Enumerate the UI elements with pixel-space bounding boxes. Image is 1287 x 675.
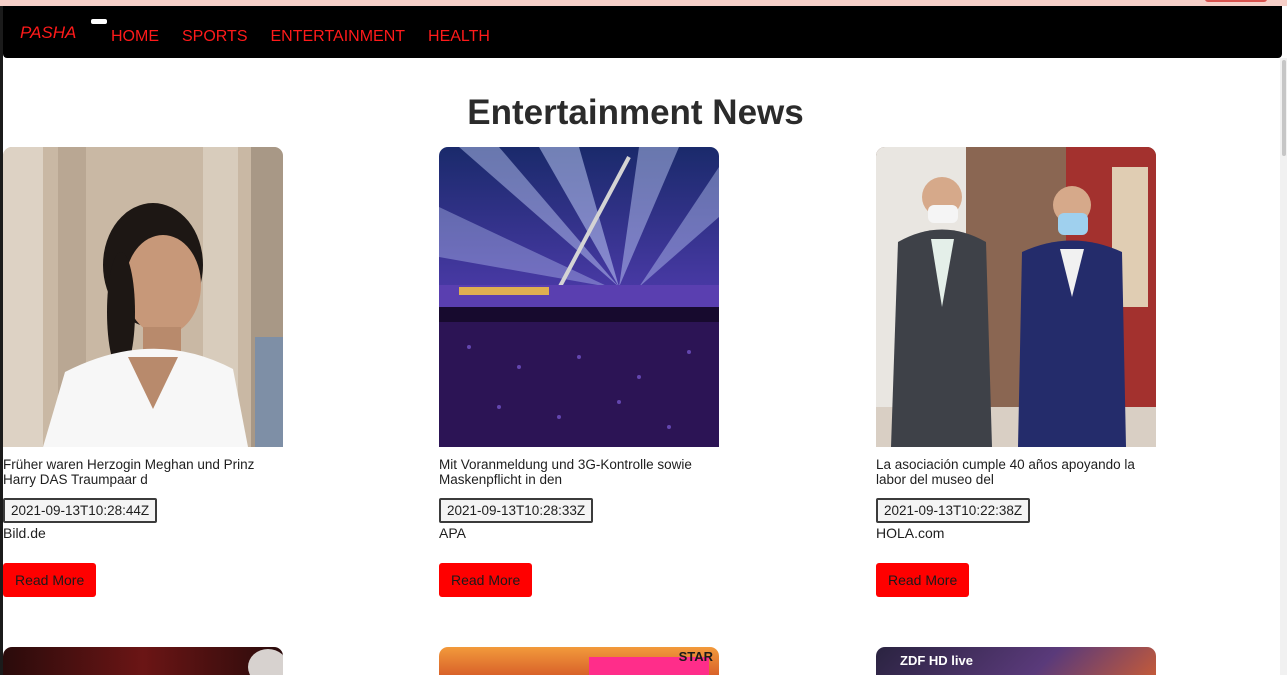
news-image[interactable] [3,147,283,447]
published-date: 2021-09-13T10:22:38Z [876,498,1031,523]
read-more-button[interactable]: Read More [3,563,97,597]
read-more-button[interactable]: Read More [439,563,533,597]
news-image[interactable] [3,647,283,675]
news-image[interactable]: STAR [439,647,719,675]
published-date: 2021-09-13T10:28:33Z [439,498,594,523]
news-headline: Früher waren Herzogin Meghan und Prinz H… [3,457,255,487]
zdf-logo-text: ZDF HD live [900,653,973,668]
news-headline: Mit Voranmeldung und 3G-Kontrolle sowie … [439,457,692,487]
nav-links: HOME SPORTS ENTERTAINMENT HEALTH [111,28,513,46]
published-date: 2021-09-13T10:28:44Z [3,498,158,523]
news-image[interactable] [876,147,1156,447]
star-logo-text: STAR [678,649,713,664]
scrollbar-thumb[interactable] [1282,60,1286,156]
news-card: Mit Voranmeldung und 3G-Kontrolle sowie … [439,147,739,597]
top-indicator [1205,0,1267,2]
news-source: Bild.de [3,525,46,541]
nav-link-sports[interactable]: SPORTS [182,28,248,46]
scrollbar[interactable] [1280,58,1287,675]
news-image[interactable] [439,147,719,447]
nav-link-home[interactable]: HOME [111,28,159,46]
read-more-button[interactable]: Read More [876,563,970,597]
menu-toggle-icon[interactable] [91,19,107,24]
nav-link-entertainment[interactable]: ENTERTAINMENT [271,28,406,46]
news-image[interactable]: ZDF HD live [876,647,1156,675]
news-card: Früher waren Herzogin Meghan und Prinz H… [3,147,303,597]
page-title: Entertainment News [467,93,804,132]
news-source: HOLA.com [876,525,945,541]
navbar: PASHA HOME SPORTS ENTERTAINMENT HEALTH [3,6,1282,58]
brand-logo[interactable]: PASHA [20,23,76,43]
news-headline: La asociación cumple 40 años apoyando la… [876,457,1135,487]
news-card: La asociación cumple 40 años apoyando la… [876,147,1176,597]
nav-link-health[interactable]: HEALTH [428,28,490,46]
news-source: APA [439,525,466,541]
